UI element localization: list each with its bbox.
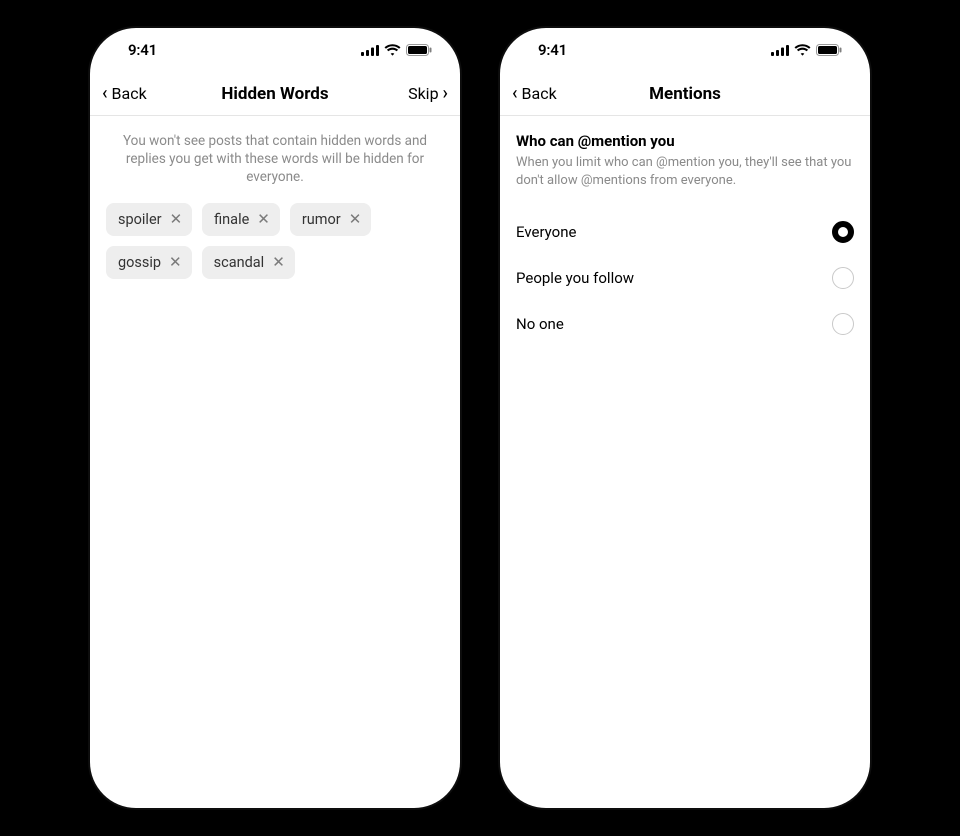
wifi-icon <box>794 44 811 56</box>
hidden-words-chips: spoiler ✕ finale ✕ rumor ✕ gossip ✕ scan… <box>106 203 444 279</box>
back-button[interactable]: ‹ Back <box>512 84 576 103</box>
chip-label: rumor <box>302 211 341 228</box>
chevron-right-icon: › <box>443 85 448 103</box>
status-bar: 9:41 <box>500 28 870 72</box>
chip-label: spoiler <box>118 211 162 228</box>
skip-button[interactable]: Skip › <box>384 84 448 103</box>
option-everyone[interactable]: Everyone <box>516 209 854 255</box>
mentions-section-description: When you limit who can @mention you, the… <box>516 154 854 189</box>
chip-scandal: scandal ✕ <box>202 246 295 279</box>
status-time: 9:41 <box>120 41 157 59</box>
chip-finale: finale ✕ <box>202 203 280 236</box>
radio-selected-icon <box>832 221 854 243</box>
close-icon[interactable]: ✕ <box>257 212 270 227</box>
chip-gossip: gossip ✕ <box>106 246 192 279</box>
radio-unselected-icon <box>832 267 854 289</box>
chevron-left-icon: ‹ <box>512 85 518 103</box>
nav-bar: ‹ Back Mentions <box>500 72 870 116</box>
chip-label: finale <box>214 211 249 228</box>
radio-unselected-icon <box>832 313 854 335</box>
battery-icon <box>816 44 842 56</box>
skip-label: Skip <box>408 84 438 103</box>
chip-spoiler: spoiler ✕ <box>106 203 192 236</box>
cellular-icon <box>771 45 789 56</box>
close-icon[interactable]: ✕ <box>169 255 182 270</box>
back-label: Back <box>112 84 147 103</box>
status-indicators <box>361 44 432 56</box>
cellular-icon <box>361 45 379 56</box>
chevron-left-icon: ‹ <box>102 85 108 103</box>
back-label: Back <box>522 84 557 103</box>
phone-mentions: 9:41 ‹ Back Mentions Who can @mention yo… <box>500 28 870 808</box>
content-area: You won't see posts that contain hidden … <box>90 116 460 808</box>
option-people-you-follow[interactable]: People you follow <box>516 255 854 301</box>
wifi-icon <box>384 44 401 56</box>
chip-label: scandal <box>214 254 265 271</box>
nav-bar: ‹ Back Hidden Words Skip › <box>90 72 460 116</box>
battery-icon <box>406 44 432 56</box>
close-icon[interactable]: ✕ <box>272 255 285 270</box>
option-no-one[interactable]: No one <box>516 301 854 347</box>
mentions-section-title: Who can @mention you <box>516 132 854 150</box>
content-area: Who can @mention you When you limit who … <box>500 116 870 808</box>
hidden-words-description: You won't see posts that contain hidden … <box>106 132 444 203</box>
close-icon[interactable]: ✕ <box>170 212 183 227</box>
status-bar: 9:41 <box>90 28 460 72</box>
option-label: People you follow <box>516 269 634 287</box>
page-title: Mentions <box>649 84 721 104</box>
chip-rumor: rumor ✕ <box>290 203 371 236</box>
back-button[interactable]: ‹ Back <box>102 84 166 103</box>
option-label: No one <box>516 315 564 333</box>
page-title: Hidden Words <box>221 84 328 104</box>
close-icon[interactable]: ✕ <box>349 212 362 227</box>
option-label: Everyone <box>516 223 576 241</box>
phone-hidden-words: 9:41 ‹ Back Hidden Words Skip › You won'… <box>90 28 460 808</box>
status-time: 9:41 <box>530 41 567 59</box>
chip-label: gossip <box>118 254 161 271</box>
status-indicators <box>771 44 842 56</box>
